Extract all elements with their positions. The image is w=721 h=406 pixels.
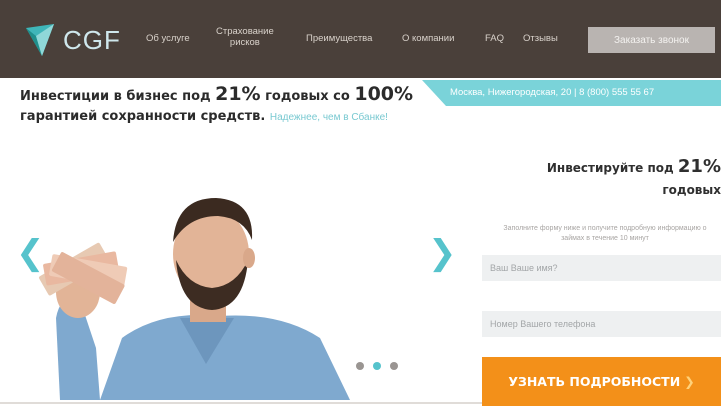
logo-icon xyxy=(26,24,54,56)
form-title: Инвестируйте под 21% годовых xyxy=(521,156,721,201)
site-header: CGF Об услуге Страхование рисков Преимущ… xyxy=(0,0,721,78)
nav-item-advantages[interactable]: Преимущества xyxy=(306,33,372,44)
slider-dots xyxy=(356,362,398,370)
hero-slider: ❮ ❯ xyxy=(0,150,460,400)
chevron-right-icon: ❯ xyxy=(684,374,695,389)
nav-item-risk-insurance[interactable]: Страхование рисков xyxy=(216,26,274,48)
form-title-percent: 21% xyxy=(677,156,721,177)
form-title-text: Инвестируйте под xyxy=(546,161,678,175)
slider-dot-1[interactable] xyxy=(356,362,364,370)
headline-link[interactable]: Надежнее, чем в Сбанке! xyxy=(270,112,388,123)
nav-item-reviews[interactable]: Отзывы xyxy=(523,33,558,44)
nav-item-faq[interactable]: FAQ xyxy=(485,33,504,44)
address-phone-text: Москва, Нижегородская, 20 | 8 (800) 555 … xyxy=(450,87,655,98)
hero-headline: Инвестиции в бизнес под 21% годовых со 1… xyxy=(20,84,420,128)
section-divider xyxy=(0,402,490,404)
form-note: Заполните форму ниже и получите подробну… xyxy=(503,225,707,242)
headline-text-1: Инвестиции в бизнес под xyxy=(20,89,216,104)
learn-more-label: УЗНАТЬ ПОДРОБНОСТИ xyxy=(508,374,681,389)
logo[interactable]: CGF xyxy=(22,19,122,61)
headline-text-3: гарантией сохранности средств. xyxy=(20,109,266,124)
phone-field[interactable] xyxy=(482,311,721,337)
man-with-money-image xyxy=(39,198,350,400)
slider-next-arrow-icon[interactable]: ❯ xyxy=(428,236,457,270)
headline-guarantee: 100% xyxy=(354,83,414,105)
name-field[interactable] xyxy=(482,255,721,281)
nav-item-service[interactable]: Об услуге xyxy=(146,33,190,44)
slider-dot-2[interactable] xyxy=(373,362,381,370)
learn-more-button[interactable]: УЗНАТЬ ПОДРОБНОСТИ ❯ xyxy=(482,357,721,406)
form-title-text-2: годовых xyxy=(662,183,721,197)
nav-item-about[interactable]: О компании xyxy=(402,33,454,44)
slider-dot-3[interactable] xyxy=(390,362,398,370)
logo-text: CGF xyxy=(63,24,121,55)
headline-percent: 21% xyxy=(215,83,261,105)
order-call-button[interactable]: Заказать звонок xyxy=(588,27,715,53)
contact-ribbon: Москва, Нижегородская, 20 | 8 (800) 555 … xyxy=(422,80,721,106)
headline-text-2: годовых со xyxy=(260,89,355,104)
